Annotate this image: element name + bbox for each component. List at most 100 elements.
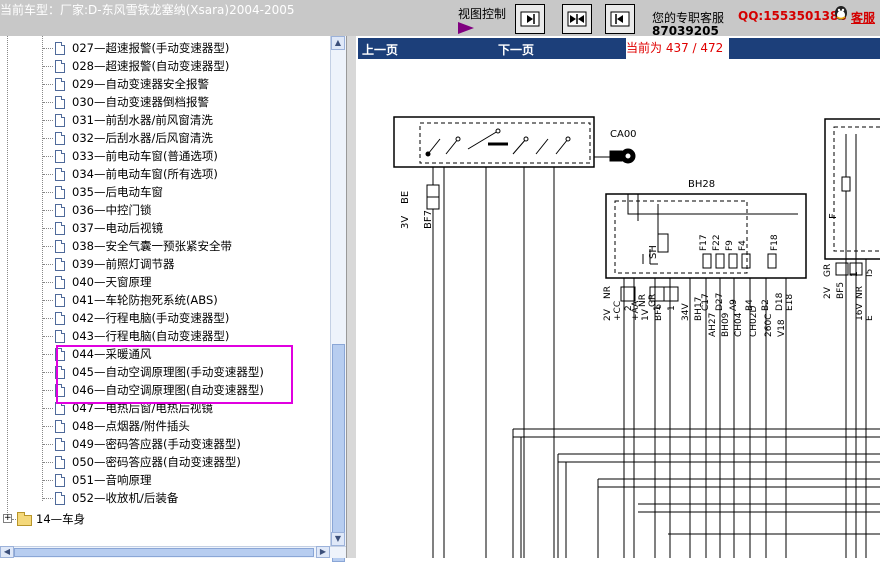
tree-item[interactable]: 048—点烟器/附件插头 [0, 417, 330, 435]
tree-item-label: 050—密码答应器(自动变速器型) [72, 455, 241, 469]
wire-code-label: NR [603, 286, 613, 299]
fuse-label: F22 [712, 234, 722, 251]
tree-item[interactable]: 035—后电动车窗 [0, 183, 330, 201]
tree-vertical-scrollbar[interactable]: ▲ ▼ [330, 36, 346, 562]
document-icon [55, 78, 65, 91]
wiring-diagram-svg: CA00 BH28 SH F 3V BE BF7 F17 F22 F9 F4 F18 2… [393, 116, 880, 558]
tree-item-label: 034—前电动车窗(所有选项) [72, 167, 218, 181]
tree-connector-branch [12, 519, 16, 520]
kefu-link[interactable]: 客服 [851, 9, 875, 26]
connector-sub-label: +CC [613, 301, 623, 321]
zoom-fit-page-button[interactable] [605, 4, 635, 34]
document-icon [55, 438, 65, 451]
document-icon [55, 312, 65, 325]
tree-item-label: 039—前照灯调节器 [72, 257, 175, 271]
tree-item[interactable]: 051—音响原理 [0, 471, 330, 489]
tree-item-label: 033—前电动车窗(普通选项) [72, 149, 218, 163]
tree-item[interactable]: 038—安全气囊一预张紧安全带 [0, 237, 330, 255]
right-connector-label: E [865, 315, 875, 321]
tree-connector-branch [43, 102, 53, 103]
document-icon [55, 150, 65, 163]
tree-item-label: 028—超速报警(自动变速器型) [72, 59, 230, 73]
tree-item-label: 027—超速报警(手动变速器型) [72, 41, 230, 55]
tree-item[interactable]: 039—前照灯调节器 [0, 255, 330, 273]
tree-item[interactable]: 049—密码答应器(手动变速器型) [0, 435, 330, 453]
prev-page-link[interactable]: 上一页 [362, 41, 398, 58]
document-icon [55, 204, 65, 217]
tree-connector-branch [43, 210, 53, 211]
document-icon [55, 492, 65, 505]
document-icon [55, 258, 65, 271]
tree-item[interactable]: 040—天窗原理 [0, 273, 330, 291]
tree-connector-branch [43, 174, 53, 175]
next-page-link[interactable]: 下一页 [498, 41, 534, 58]
tree-item[interactable]: 027—超速报警(手动变速器型) [0, 39, 330, 57]
right-connector-label: GR [823, 264, 833, 277]
qq-penguin-icon[interactable] [834, 5, 848, 21]
tree-connector-branch [43, 192, 53, 193]
top-bar: 当前车型：厂家:D-东风雪铁龙塞纳(Xsara)2004-2005 视图控制 您… [0, 0, 880, 38]
tree-item-label: 038—安全气囊一预张紧安全带 [72, 239, 232, 253]
right-connector-label: I5 [865, 269, 875, 277]
page-navigation-bar: 上一页 下一页 当前为 437 / 472 [358, 38, 880, 59]
tree-item[interactable]: 036—中控门锁 [0, 201, 330, 219]
arrow-right-bar-icon [520, 11, 540, 27]
tree-item-label: 043—行程电脑(自动变速器型) [72, 329, 230, 343]
scroll-right-arrow-icon[interactable]: ▶ [316, 546, 330, 558]
tree-connector-branch [43, 120, 53, 121]
tree-item-label: 042—行程电脑(手动变速器型) [72, 311, 230, 325]
tree-item[interactable]: 029—自动变速器安全报警 [0, 75, 330, 93]
zoom-fit-width-button[interactable] [515, 4, 545, 34]
qq-link[interactable]: QQ:1553501388 [738, 9, 847, 23]
tree-connector-branch [43, 48, 53, 49]
tree-folder-body[interactable]: +14—车身 [0, 510, 330, 528]
document-icon [55, 420, 65, 433]
tree-item[interactable]: 043—行程电脑(自动变速器型) [0, 327, 330, 345]
tree-item[interactable]: 033—前电动车窗(普通选项) [0, 147, 330, 165]
document-icon [55, 456, 65, 469]
wire-code-label: V18 [777, 319, 787, 337]
tree-item-label: 029—自动变速器安全报警 [72, 77, 209, 91]
tree-connector-branch [43, 354, 53, 355]
right-connector-label: NR [855, 286, 865, 299]
tree-connector-branch [43, 462, 53, 463]
scroll-thumb[interactable] [332, 344, 345, 562]
fuse-label: F4 [738, 240, 748, 251]
wire-code-label: 1V [641, 308, 651, 321]
scroll-down-arrow-icon[interactable]: ▼ [331, 532, 345, 546]
document-icon [55, 474, 65, 487]
tree-connector-branch [43, 138, 53, 139]
tree-item-label: 036—中控门锁 [72, 203, 152, 217]
tree-item[interactable]: 050—密码答应器(自动变速器型) [0, 453, 330, 471]
tree-horizontal-scrollbar[interactable]: ◀ ▶ [0, 546, 346, 558]
document-icon [55, 96, 65, 109]
tree-item[interactable]: 041—车轮防抱死系统(ABS) [0, 291, 330, 309]
wire-code-label: 34V [681, 303, 691, 321]
left-conn-bf7: BF7 [423, 210, 434, 229]
tree-item[interactable]: 031—前刮水器/前风窗清洗 [0, 111, 330, 129]
hscroll-thumb[interactable] [14, 548, 314, 557]
tree-connector-branch [43, 246, 53, 247]
tree-item[interactable]: 030—自动变速器倒档报警 [0, 93, 330, 111]
tree-item[interactable]: 042—行程电脑(手动变速器型) [0, 309, 330, 327]
tree-item-label: 035—后电动车窗 [72, 185, 163, 199]
tree-item[interactable]: 052—收放机/后装备 [0, 489, 330, 507]
current-page-indicator: 当前为 437 / 472 [626, 38, 730, 59]
wire-code-label: CH02D [749, 305, 759, 337]
chapter-tree: 027—超速报警(手动变速器型) 028—超速报警(自动变速器型) 029—自动变速… [0, 36, 330, 546]
tree-item[interactable]: 037—电动后视镜 [0, 219, 330, 237]
tree-item-label: 048—点烟器/附件插头 [72, 419, 190, 433]
wiring-diagram: CA00 BH28 SH F 3V BE BF7 F17 F22 F9 F4 F18 2… [358, 59, 880, 558]
wire-code-label: BH17 [694, 297, 704, 321]
tree-item[interactable]: 034—前电动车窗(所有选项) [0, 165, 330, 183]
scroll-up-arrow-icon[interactable]: ▲ [331, 36, 345, 50]
view-control-label: 视图控制 [458, 7, 507, 21]
expand-plus-icon[interactable]: + [3, 514, 12, 523]
connector-pin-label: A9 [729, 299, 739, 311]
scroll-left-arrow-icon[interactable]: ◀ [0, 546, 14, 558]
panel-splitter[interactable] [346, 36, 356, 558]
zoom-actual-size-button[interactable] [562, 4, 592, 34]
tree-item[interactable]: 032—后刮水器/后风窗清洗 [0, 129, 330, 147]
tree-item[interactable]: 028—超速报警(自动变速器型) [0, 57, 330, 75]
document-icon [55, 240, 65, 253]
